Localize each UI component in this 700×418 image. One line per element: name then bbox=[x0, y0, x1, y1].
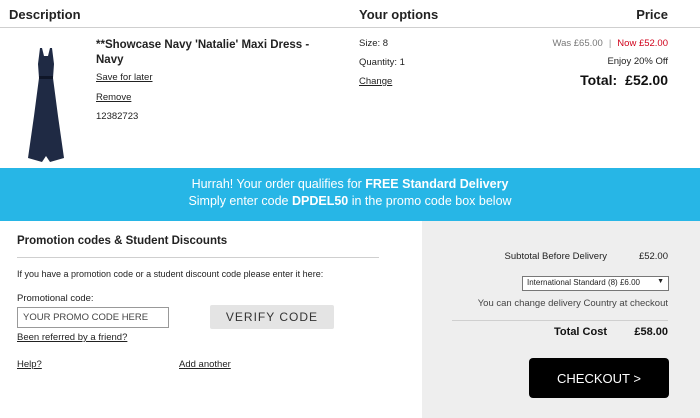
total-cost-label: Total Cost bbox=[554, 326, 607, 338]
product-image[interactable] bbox=[20, 46, 72, 166]
banner-promo-code: DPDEL50 bbox=[291, 194, 349, 208]
banner-line-1-text: Hurrah! Your order qualifies for bbox=[191, 177, 366, 191]
price-column-header: Price bbox=[636, 7, 668, 22]
save-for-later-link[interactable]: Save for later bbox=[96, 72, 153, 83]
cart-table-header: Description Your options Price bbox=[0, 0, 700, 28]
now-price: Now £52.00 bbox=[617, 38, 668, 49]
delivery-method-select[interactable]: International Standard (8) £6.00 ▼ bbox=[522, 276, 669, 291]
promo-code-label: Promotional code: bbox=[17, 293, 94, 304]
checkout-button[interactable]: CHECKOUT > bbox=[529, 358, 669, 398]
banner-line-2-prefix: Simply enter code bbox=[188, 194, 292, 208]
product-sku: 12382723 bbox=[96, 111, 139, 122]
size-option: Size: 8 bbox=[359, 38, 389, 49]
promotion-description: If you have a promotion code or a studen… bbox=[17, 269, 324, 279]
subtotal-value: £52.00 bbox=[638, 251, 668, 262]
cart-item: **Showcase Navy 'Natalie' Maxi Dress - N… bbox=[0, 28, 700, 168]
banner-line-2: Simply enter code DPDEL50 in the promo c… bbox=[0, 194, 700, 208]
banner-line-2-suffix: in the promo code box below bbox=[348, 194, 512, 208]
free-delivery-banner: Hurrah! Your order qualifies for FREE St… bbox=[0, 168, 700, 221]
total-cost-value: £58.00 bbox=[634, 326, 668, 338]
promo-code-input[interactable] bbox=[17, 307, 169, 328]
subtotal-label: Subtotal Before Delivery bbox=[504, 251, 607, 262]
delivery-method-value: International Standard (8) £6.00 bbox=[527, 278, 640, 287]
price-separator: | bbox=[608, 38, 612, 49]
promotion-codes-section: Promotion codes & Student Discounts If y… bbox=[0, 221, 422, 418]
item-total: Total: £52.00 bbox=[580, 72, 668, 88]
promotion-section-title: Promotion codes & Student Discounts bbox=[17, 235, 228, 247]
quantity-option: Quantity: 1 bbox=[359, 57, 405, 68]
verify-code-button[interactable]: VERIFY CODE bbox=[210, 305, 334, 329]
order-summary: Subtotal Before Delivery £52.00 Internat… bbox=[422, 221, 700, 418]
was-price: Was £65.00 bbox=[552, 38, 603, 49]
help-link[interactable]: Help? bbox=[17, 359, 42, 370]
dropdown-arrow-icon: ▼ bbox=[657, 278, 664, 285]
options-column-header: Your options bbox=[359, 7, 439, 22]
product-title[interactable]: **Showcase Navy 'Natalie' Maxi Dress - N… bbox=[96, 38, 326, 68]
banner-line-1: Hurrah! Your order qualifies for FREE St… bbox=[0, 177, 700, 191]
change-options-link[interactable]: Change bbox=[359, 76, 392, 87]
item-total-value: £52.00 bbox=[625, 72, 668, 88]
description-column-header: Description bbox=[9, 7, 81, 22]
referred-by-friend-link[interactable]: Been referred by a friend? bbox=[17, 332, 127, 343]
remove-item-link[interactable]: Remove bbox=[96, 92, 131, 103]
add-another-code-link[interactable]: Add another bbox=[179, 359, 231, 370]
item-total-label: Total: bbox=[580, 72, 618, 88]
promotion-divider bbox=[17, 257, 379, 258]
summary-divider bbox=[452, 320, 668, 321]
discount-text: Enjoy 20% Off bbox=[607, 56, 668, 67]
change-country-note: You can change delivery Country at check… bbox=[477, 298, 668, 309]
banner-free-delivery: FREE Standard Delivery bbox=[365, 177, 509, 191]
price-comparison: Was £65.00 | Now £52.00 bbox=[552, 38, 668, 49]
